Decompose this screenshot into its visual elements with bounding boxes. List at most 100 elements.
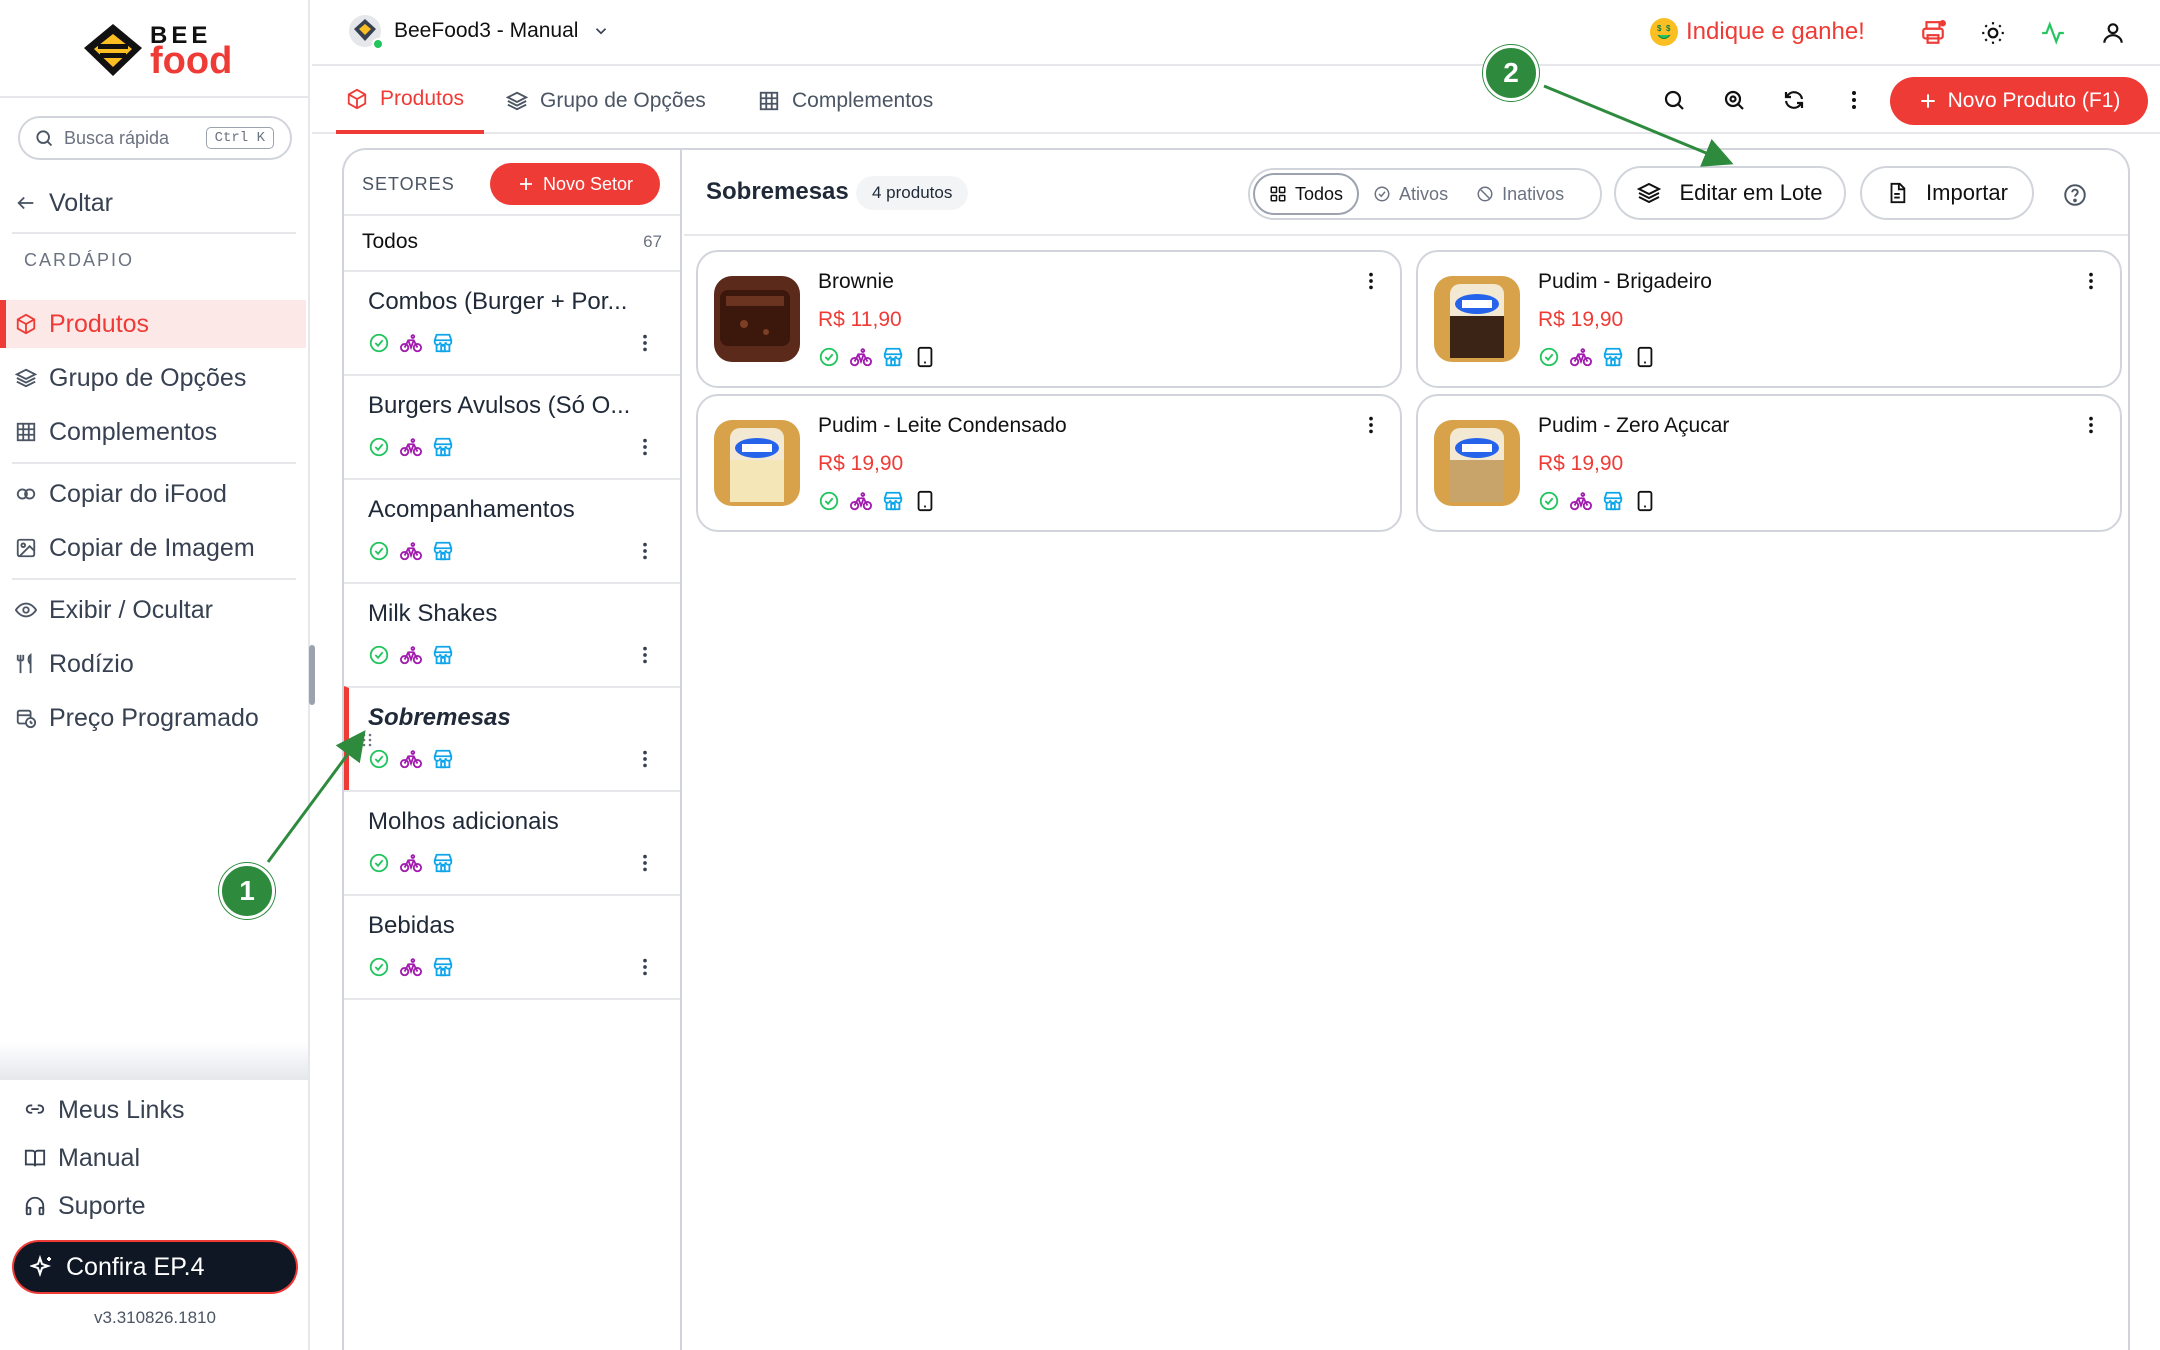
sidebar-scrollbar[interactable] [309,645,315,705]
search-shortcut-badge: Ctrl K [205,127,274,149]
product-name: Brownie [818,270,894,293]
sector-status-icons [368,748,454,775]
product-card[interactable]: Brownie R$ 11,90 [696,250,1402,388]
product-name: Pudim - Leite Condensado [818,414,1067,437]
store-icon [432,644,454,671]
sector-item[interactable]: Milk Shakes [344,582,680,686]
sector-list-end-divider [344,998,680,1000]
sidebar-item-rodizio[interactable]: Rodízio [0,646,306,682]
store-icon [882,490,904,517]
sun-icon[interactable] [1980,20,2006,51]
referral-link[interactable]: $ $ Indique e ganhe! [1650,18,1865,46]
batch-edit-button[interactable]: Editar em Lote [1614,166,1846,220]
sidebar-link-meus-links[interactable]: Meus Links [0,1092,306,1128]
new-product-button[interactable]: Novo Produto (F1) [1890,77,2148,125]
active-status-icon [368,332,390,359]
product-card[interactable]: Pudim - Zero Açucar R$ 19,90 [1416,394,2122,532]
store-icon [432,956,454,983]
sector-item[interactable]: Molhos adicionais [344,790,680,894]
tablet-icon [914,490,936,517]
delivery-bike-icon [400,540,422,567]
tablet-icon [1634,490,1656,517]
tab-produtos[interactable]: Produtos [336,68,485,134]
more-vertical-icon[interactable] [1360,414,1382,441]
store-icon [1602,346,1624,373]
promo-button[interactable]: Confira EP.4 [14,1242,296,1292]
annotation-marker-1: 1 [219,863,275,919]
sector-item[interactable]: Burgers Avulsos (Só O... [344,374,680,478]
help-circle-icon[interactable] [2062,182,2088,213]
product-price: R$ 19,90 [1538,308,1624,331]
referral-label: Indique e ganhe! [1686,18,1865,45]
sidebar-item-grupo-opcoes[interactable]: Grupo de Opções [0,360,306,396]
more-vertical-icon[interactable] [634,956,656,983]
grid-icon [1269,185,1287,203]
product-price: R$ 19,90 [1538,452,1624,475]
more-vertical-icon[interactable] [2080,414,2102,441]
store-icon [432,540,454,567]
delivery-bike-icon [400,332,422,359]
refresh-icon[interactable] [1782,88,1806,117]
tab-complementos[interactable]: Complementos [758,68,933,134]
more-vertical-icon[interactable] [634,540,656,567]
sidebar-link-label: Manual [58,1143,140,1172]
more-vertical-icon[interactable] [634,436,656,463]
sidebar-item-preco-programado[interactable]: Preço Programado [0,700,306,736]
more-vertical-icon[interactable] [1360,270,1382,297]
more-vertical-icon[interactable] [1842,88,1866,117]
activity-icon[interactable] [2040,20,2066,51]
sidebar-item-produtos[interactable]: Produtos [0,300,306,348]
check-circle-icon [1373,185,1391,203]
filter-inativos[interactable]: Inativos [1462,173,1578,215]
product-status-icons [818,490,936,517]
product-card[interactable]: Pudim - Brigadeiro R$ 19,90 [1416,250,2122,388]
delivery-bike-icon [1570,346,1592,373]
active-status-icon [818,490,840,517]
tab-label: Grupo de Opções [540,89,706,112]
sector-status-icons [368,436,454,463]
top-bar: BeeFood3 - Manual $ $ Indique e ganhe! [312,0,2160,66]
printer-icon[interactable] [1920,20,1946,51]
sector-name: Burgers Avulsos (Só O... [368,392,631,419]
sector-name: Combos (Burger + Por... [368,288,628,315]
user-icon[interactable] [2100,20,2126,51]
sector-item[interactable]: Sobremesas [344,686,680,790]
product-card[interactable]: Pudim - Leite Condensado R$ 19,90 [696,394,1402,532]
sector-item[interactable]: Bebidas [344,894,680,998]
sector-item[interactable]: Acompanhamentos [344,478,680,582]
sidebar-link-suporte[interactable]: Suporte [0,1188,306,1224]
beefood-logo[interactable]: BEE food [80,20,240,82]
more-vertical-icon[interactable] [634,332,656,359]
store-selector[interactable]: BeeFood3 - Manual [348,14,610,50]
filter-ativos[interactable]: Ativos [1359,173,1462,215]
sidebar-fade [0,1042,308,1080]
zoom-search-icon[interactable] [1722,88,1746,117]
quick-search[interactable]: Busca rápida Ctrl K [18,116,292,160]
product-price: R$ 11,90 [818,308,902,331]
sidebar-item-copiar-imagem[interactable]: Copiar de Imagem [0,530,306,566]
book-icon [24,1147,46,1169]
sector-all-count: 67 [643,232,662,251]
search-icon[interactable] [1662,88,1686,117]
sidebar-item-label: Copiar de Imagem [49,533,255,562]
back-link[interactable]: Voltar [0,186,306,220]
more-vertical-icon[interactable] [634,748,656,775]
sidebar-link-manual[interactable]: Manual [0,1140,306,1176]
more-vertical-icon[interactable] [634,852,656,879]
active-status-icon [368,436,390,463]
filter-todos[interactable]: Todos [1253,173,1360,215]
tab-grupo-opcoes[interactable]: Grupo de Opções [506,68,706,134]
more-vertical-icon[interactable] [2080,270,2102,297]
sidebar-item-exibir-ocultar[interactable]: Exibir / Ocultar [0,592,306,628]
filter-label: Todos [1295,183,1344,204]
sector-item[interactable]: Combos (Burger + Por... [344,270,680,374]
sidebar-item-complementos[interactable]: Complementos [0,414,306,450]
import-button[interactable]: Importar [1860,166,2034,220]
sector-all[interactable]: Todos 67 [344,216,680,268]
new-sector-button[interactable]: Novo Setor [490,163,660,205]
copy-icon [15,483,37,505]
tab-bar: Produtos Grupo de Opções Complementos No… [312,68,2160,134]
sidebar-item-copiar-ifood[interactable]: Copiar do iFood [0,476,306,512]
sparkles-icon [30,1255,54,1279]
more-vertical-icon[interactable] [634,644,656,671]
